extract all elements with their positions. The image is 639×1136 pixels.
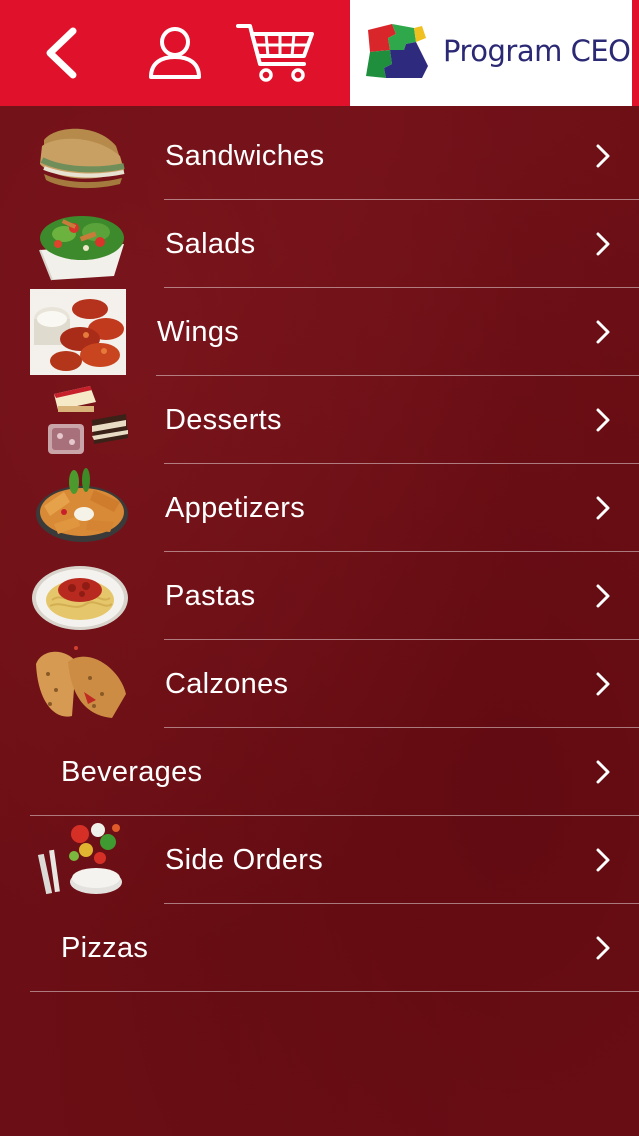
logo-text: Program CEO [443,34,631,68]
chevron-right-icon [596,936,610,960]
chevron-right-icon [596,848,610,872]
chevron-right-icon [596,760,610,784]
menu-item-label: Pastas [165,580,256,612]
menu-item-sandwiches[interactable]: Sandwiches [0,112,639,200]
account-button[interactable] [143,18,207,88]
user-icon [149,27,201,79]
calzones-image [36,646,126,718]
chevron-right-icon [596,496,610,520]
side-orders-image [37,823,122,895]
chevron-right-icon [596,672,610,696]
wings-image [30,289,126,375]
chevron-left-icon [46,27,77,79]
chevron-right-icon [596,320,610,344]
chevron-right-icon [596,144,610,168]
desserts-image [48,386,128,454]
menu-item-label: Appetizers [165,492,306,524]
row-divider [30,991,639,992]
menu-item-label: Wings [157,316,240,348]
menu-item-pastas[interactable]: Pastas [0,552,639,640]
menu-item-pizzas[interactable]: Pizzas [0,904,639,992]
chevron-right-icon [596,408,610,432]
sandwich-image [40,128,125,189]
menu-item-appetizers[interactable]: Appetizers [0,464,639,552]
menu-item-label: Salads [165,228,256,260]
cart-button[interactable] [234,18,318,88]
appetizers-image [36,468,128,542]
pasta-image [32,566,128,630]
chevron-right-icon [596,584,610,608]
menu-item-side-orders[interactable]: Side Orders [0,816,639,904]
menu-item-label: Calzones [165,668,289,700]
menu-item-calzones[interactable]: Calzones [0,640,639,728]
brand-logo: Program CEO [350,0,632,106]
menu-item-salads[interactable]: Salads [0,200,639,288]
salad-image [39,216,124,281]
menu-item-label: Side Orders [165,844,324,876]
back-button[interactable] [30,18,92,88]
chevron-right-icon [596,232,610,256]
shopping-cart-icon [236,24,314,82]
menu-item-label: Desserts [165,404,282,436]
menu-item-label: Sandwiches [165,140,325,172]
menu-item-label: Pizzas [61,932,149,964]
menu-item-beverages[interactable]: Beverages [0,728,639,816]
puzzle-logo-icon [366,24,428,78]
top-nav-bar: Program CEO [0,0,639,106]
category-menu: Sandwiches Salads Wings Desserts Appetiz… [0,112,639,992]
menu-item-wings[interactable]: Wings [0,288,639,376]
menu-item-label: Beverages [61,756,203,788]
menu-item-desserts[interactable]: Desserts [0,376,639,464]
